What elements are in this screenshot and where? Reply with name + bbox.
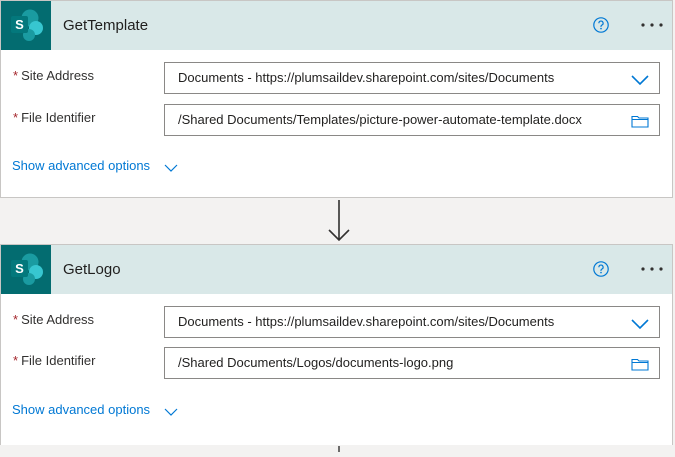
required-marker: *	[13, 68, 19, 83]
site-address-label: * Site Address	[13, 68, 95, 83]
site-address-dropdown[interactable]: Documents - https://plumsaildev.sharepoi…	[164, 62, 660, 94]
show-advanced-options-link[interactable]: Show advanced options	[12, 158, 150, 173]
file-identifier-value: /Shared Documents/Logos/documents-logo.p…	[178, 355, 454, 370]
chevron-down-icon[interactable]	[164, 160, 178, 172]
chevron-down-icon[interactable]	[631, 317, 649, 331]
required-marker: *	[13, 353, 19, 368]
site-address-label: * Site Address	[13, 312, 95, 327]
required-marker: *	[13, 312, 19, 327]
file-identifier-input[interactable]: /Shared Documents/Templates/picture-powe…	[164, 104, 660, 136]
action-card-gettemplate[interactable]: S GetTemplate * Site Address Documents - …	[0, 0, 673, 198]
sharepoint-logo-icon: S	[1, 1, 51, 50]
sharepoint-logo-icon: S	[1, 245, 51, 294]
connector-arrow-icon	[327, 200, 351, 244]
folder-icon[interactable]	[631, 114, 649, 128]
action-title: GetTemplate	[63, 17, 149, 34]
svg-text:S: S	[15, 17, 24, 32]
site-address-dropdown[interactable]: Documents - https://plumsaildev.sharepoi…	[164, 306, 660, 338]
connector-line	[337, 439, 341, 452]
site-address-value: Documents - https://plumsaildev.sharepoi…	[178, 314, 555, 329]
action-card-getlogo[interactable]: S GetLogo * Site Address Documents - http…	[0, 244, 673, 445]
file-identifier-input[interactable]: /Shared Documents/Logos/documents-logo.p…	[164, 347, 660, 379]
chevron-down-icon[interactable]	[164, 404, 178, 416]
file-identifier-label: * File Identifier	[13, 110, 96, 125]
folder-icon[interactable]	[631, 357, 649, 371]
help-icon[interactable]	[593, 17, 609, 33]
show-advanced-options-link[interactable]: Show advanced options	[12, 402, 150, 417]
action-header[interactable]: S GetTemplate	[1, 1, 672, 50]
file-identifier-value: /Shared Documents/Templates/picture-powe…	[178, 112, 582, 127]
more-options-icon[interactable]	[637, 15, 667, 35]
action-header[interactable]: S GetLogo	[1, 245, 672, 294]
chevron-down-icon[interactable]	[631, 73, 649, 87]
help-icon[interactable]	[593, 261, 609, 277]
file-identifier-label: * File Identifier	[13, 353, 96, 368]
more-options-icon[interactable]	[637, 259, 667, 279]
required-marker: *	[13, 110, 19, 125]
svg-text:S: S	[15, 261, 24, 276]
site-address-value: Documents - https://plumsaildev.sharepoi…	[178, 70, 555, 85]
action-title: GetLogo	[63, 261, 121, 278]
